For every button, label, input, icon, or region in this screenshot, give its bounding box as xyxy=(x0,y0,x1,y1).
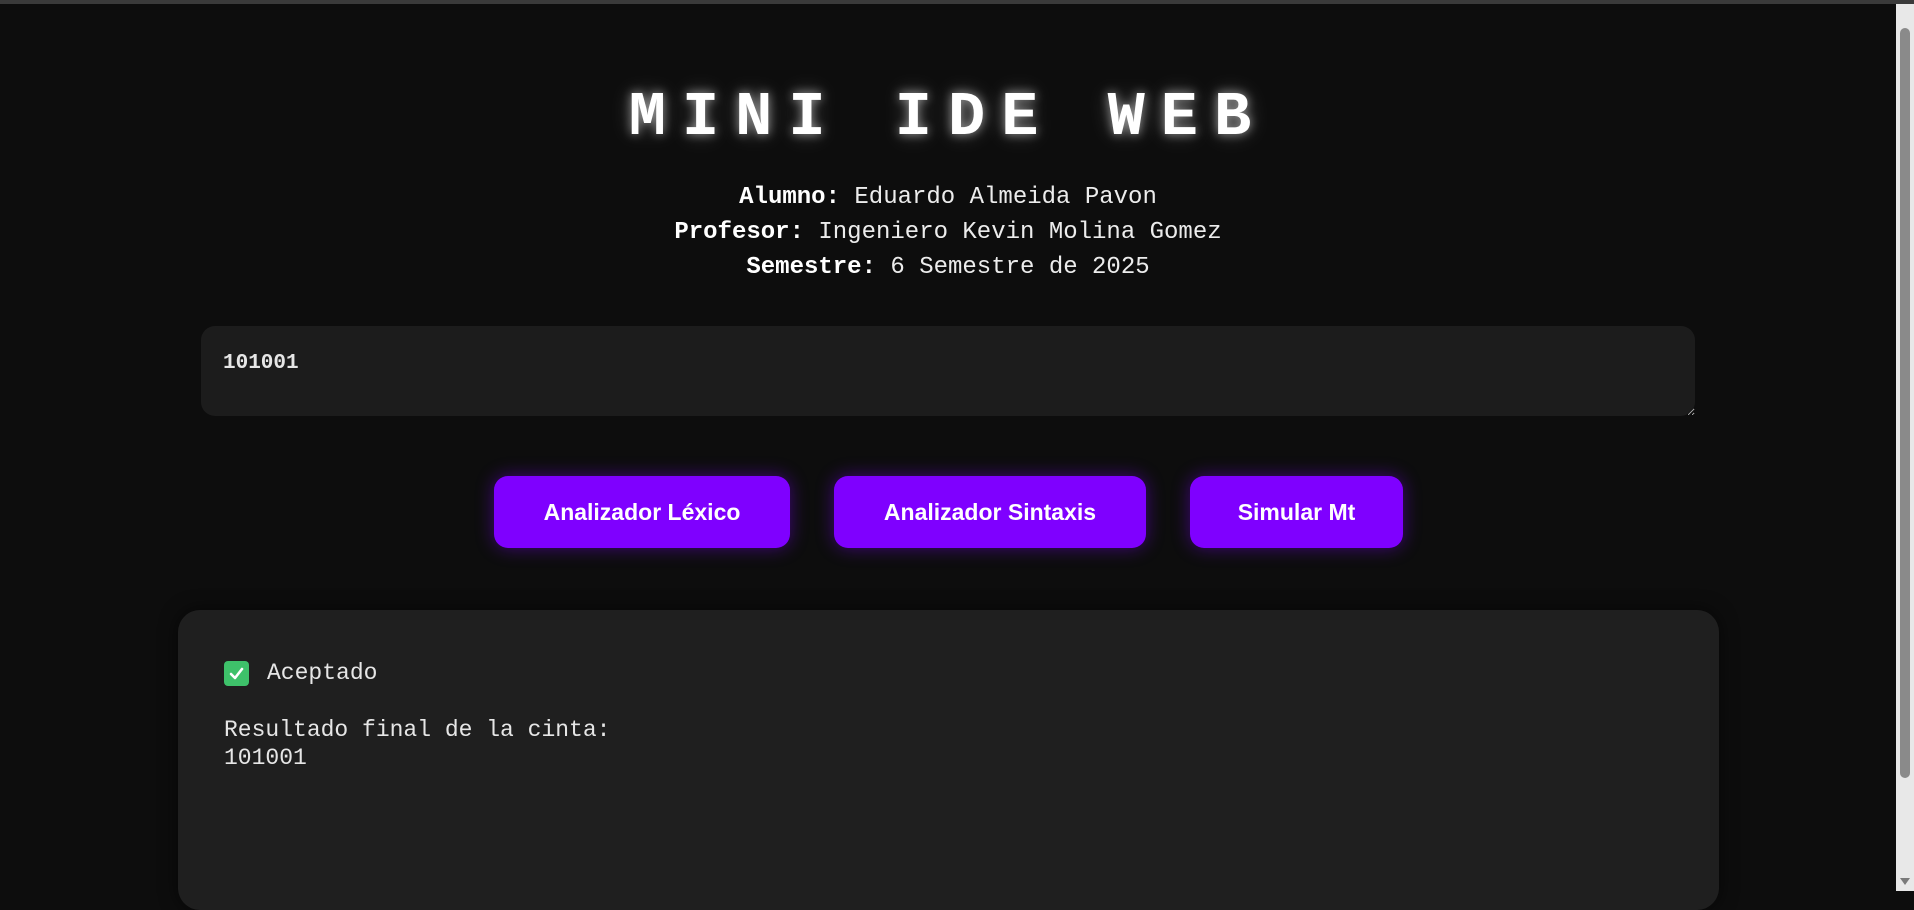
status-line: Aceptado xyxy=(224,660,377,686)
action-buttons: Analizador Léxico Analizador Sintaxis Si… xyxy=(0,476,1896,550)
alumno-label: Alumno: xyxy=(739,184,840,211)
simulate-mt-button[interactable]: Simular Mt xyxy=(1190,476,1403,548)
alumno-line: Alumno: Eduardo Almeida Pavon xyxy=(0,180,1896,215)
page: MINI IDE WEB Alumno: Eduardo Almeida Pav… xyxy=(0,4,1896,910)
profesor-label: Profesor: xyxy=(674,219,804,246)
vertical-scrollbar[interactable] xyxy=(1896,4,1914,891)
profesor-value: Ingeniero Kevin Molina Gomez xyxy=(818,219,1222,246)
profesor-line: Profesor: Ingeniero Kevin Molina Gomez xyxy=(0,215,1896,250)
check-icon xyxy=(224,660,249,686)
page-title: MINI IDE WEB xyxy=(628,82,1268,153)
code-input[interactable]: 101001 xyxy=(201,326,1695,416)
result-value: 101001 xyxy=(224,745,307,771)
result-label: Resultado final de la cinta: xyxy=(224,717,611,743)
semestre-line: Semestre: 6 Semestre de 2025 xyxy=(0,250,1896,285)
lexical-analyzer-button[interactable]: Analizador Léxico xyxy=(494,476,790,548)
alumno-value: Eduardo Almeida Pavon xyxy=(854,184,1157,211)
semestre-value: 6 Semestre de 2025 xyxy=(890,254,1150,281)
semestre-label: Semestre: xyxy=(746,254,876,281)
status-text: Aceptado xyxy=(267,660,378,686)
result-block: Resultado final de la cinta: 101001 xyxy=(224,716,610,772)
student-info: Alumno: Eduardo Almeida Pavon Profesor: … xyxy=(0,180,1896,285)
syntax-analyzer-button[interactable]: Analizador Sintaxis xyxy=(834,476,1146,548)
scroll-down-arrow-icon[interactable] xyxy=(1900,878,1910,885)
scroll-thumb[interactable] xyxy=(1900,28,1910,778)
output-panel: Aceptado Resultado final de la cinta: 10… xyxy=(178,610,1719,910)
